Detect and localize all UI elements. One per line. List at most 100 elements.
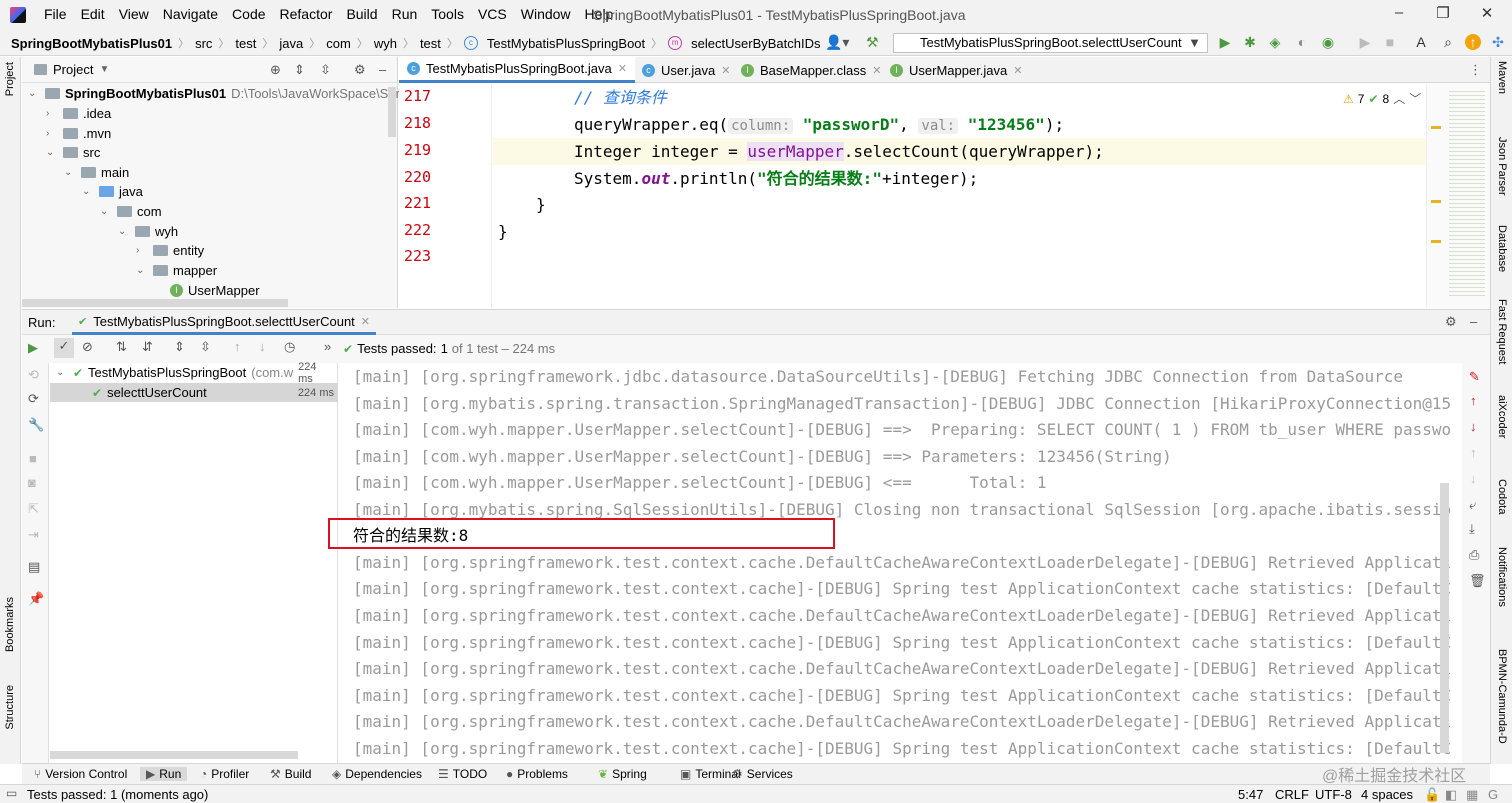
stop-icon[interactable]: ■ — [1382, 34, 1398, 50]
gear-icon[interactable]: ⚙ — [1445, 314, 1457, 330]
profile-icon[interactable]: ◐ — [1294, 34, 1310, 50]
tree-item-com[interactable]: ⌄ com — [100, 201, 162, 221]
coverage-icon[interactable]: ◈ — [1267, 34, 1283, 50]
clear-icon[interactable]: ✎ — [1469, 369, 1480, 385]
down-stack-icon[interactable]: ↓ — [1470, 419, 1477, 434]
test-suite-row[interactable]: ⌄ ✔ TestMybatisPlusSpringBoot (com.w 224 … — [50, 361, 338, 385]
problems-tool[interactable]: ● Problems — [506, 767, 568, 781]
tab-run-config[interactable]: ✔ TestMybatisPlusSpringBoot.selecttUserC… — [72, 310, 376, 335]
stop-icon[interactable]: ■ — [29, 451, 37, 466]
tree-item-src[interactable]: ⌄ src — [46, 142, 100, 162]
tree-item-entity[interactable]: › entity — [136, 240, 204, 260]
tree-item-usermapper[interactable]: I UserMapper — [170, 280, 260, 300]
json-parser-tool-tab[interactable]: Json Parser — [1496, 137, 1508, 196]
tree-item-mapper[interactable]: ⌄ mapper — [136, 260, 217, 280]
update-icon[interactable]: ↑ — [1465, 34, 1481, 50]
menu-view[interactable]: View — [119, 6, 149, 22]
attach-icon[interactable]: ◉ — [1320, 34, 1336, 50]
export-icon[interactable]: ⇱ — [28, 501, 39, 517]
rerun-icon[interactable]: ▶ — [1357, 34, 1373, 50]
menu-vcs[interactable]: VCS — [478, 6, 507, 22]
pin-icon[interactable]: 📌 — [28, 591, 44, 607]
chevron-down-icon[interactable]: ▼ — [99, 64, 109, 75]
close-icon[interactable]: ✕ — [1013, 64, 1022, 77]
breadcrumb-test[interactable]: test — [235, 36, 256, 51]
close-icon[interactable]: ✕ — [361, 315, 370, 328]
run-icon[interactable]: ▶ — [1217, 34, 1233, 50]
hammer-icon[interactable]: ⚒ — [866, 34, 879, 51]
collapse-all-icon[interactable]: ⇳ — [320, 62, 331, 78]
console-output[interactable]: [main] [org.springframework.jdbc.datasou… — [339, 363, 1451, 763]
layout-icon[interactable]: ▤ — [28, 559, 40, 575]
services-tool[interactable]: ⚙ Services — [732, 767, 793, 781]
indent-setting[interactable]: 4 spaces — [1361, 787, 1413, 802]
spring-tool[interactable]: ❦ Spring — [598, 767, 647, 781]
expand-all-icon[interactable]: ⇕ — [294, 62, 305, 78]
inspector-icon[interactable]: ◧ — [1445, 787, 1457, 803]
soft-wrap-icon[interactable]: ⤶ — [1469, 497, 1476, 513]
menu-run[interactable]: Run — [392, 6, 418, 22]
tab-testmybatisplusspringboot[interactable]: c TestMybatisPlusSpringBoot.java ✕ — [399, 57, 635, 83]
breadcrumb-class[interactable]: TestMybatisPlusSpringBoot — [487, 36, 645, 51]
plugin-icon[interactable]: ✣ — [1490, 34, 1506, 50]
user-icon[interactable]: 👤▾ — [825, 34, 849, 51]
bookmarks-tool-tab[interactable]: Bookmarks — [4, 597, 16, 652]
toggle-auto-test-icon[interactable]: ⟳ — [28, 391, 39, 407]
collapse-all-icon[interactable]: ⇳ — [200, 339, 211, 355]
exit-icon[interactable]: ⇥ — [28, 527, 39, 543]
memory-icon[interactable]: ▦ — [1466, 787, 1478, 803]
menu-navigate[interactable]: Navigate — [163, 6, 218, 22]
hide-icon[interactable]: – — [379, 62, 386, 77]
bpmn-tool-tab[interactable]: BPMN-Camunda-D — [1496, 649, 1508, 744]
tree-item-project-root[interactable]: ⌄ SpringBootMybatisPlus01 D:\Tools\JavaW… — [28, 83, 410, 103]
menu-build[interactable]: Build — [346, 6, 377, 22]
google-icon[interactable]: G — [1488, 787, 1498, 802]
caret-position[interactable]: 5:47 — [1238, 787, 1263, 802]
breadcrumb-project[interactable]: SpringBootMybatisPlus01 — [11, 36, 172, 51]
fast-request-tool-tab[interactable]: Fast Request — [1496, 299, 1508, 364]
code-editor[interactable]: // 查询条件 queryWrapper.eq(column: "passwor… — [493, 84, 1426, 308]
test-case-row[interactable]: ✔ selecttUserCount 224 ms — [50, 383, 338, 402]
debug-icon[interactable]: ✱ — [1242, 34, 1258, 50]
maven-tool-tab[interactable]: Maven — [1496, 61, 1508, 94]
aixcoder-tool-tab[interactable]: aiXcoder — [1496, 395, 1508, 438]
more-icon[interactable]: » — [324, 339, 331, 354]
line-separator[interactable]: CRLF — [1275, 787, 1309, 802]
horizontal-scrollbar[interactable] — [50, 751, 298, 759]
version-control-tool[interactable]: ⑂ Version Control — [34, 767, 127, 781]
breadcrumb-src[interactable]: src — [195, 36, 212, 51]
run-tool[interactable]: ▶ Run — [140, 767, 188, 781]
expand-all-icon[interactable]: ⇕ — [174, 339, 185, 355]
tab-usermapper[interactable]: I UserMapper.java ✕ — [882, 57, 1031, 83]
more-options-icon[interactable]: ⋮ — [1469, 62, 1482, 78]
project-tool-tab[interactable]: Project — [4, 62, 16, 96]
close-icon[interactable]: ✕ — [618, 62, 627, 75]
trash-icon[interactable]: 🗑 — [1469, 573, 1486, 589]
breadcrumb-test-pkg[interactable]: test — [420, 36, 441, 51]
todo-tool[interactable]: ☰ TODO — [438, 767, 487, 781]
lock-icon[interactable]: 🔓 — [1424, 787, 1440, 803]
hide-icon[interactable]: – — [1470, 314, 1477, 329]
warning-marker[interactable] — [1431, 200, 1441, 203]
warning-marker[interactable] — [1431, 126, 1441, 129]
breadcrumb-com[interactable]: com — [326, 36, 351, 51]
tab-basemapper[interactable]: I BaseMapper.class ✕ — [733, 57, 889, 83]
menu-file[interactable]: File — [44, 6, 67, 22]
up-stack-icon[interactable]: ↑ — [1470, 393, 1477, 408]
maximize-icon[interactable]: ❐ — [1432, 4, 1454, 26]
run-configuration-select[interactable]: TestMybatisPlusSpringBoot.selecttUserCou… — [893, 33, 1208, 53]
show-ignored-icon[interactable]: ⊘ — [82, 339, 93, 355]
print-icon[interactable]: ⎙ — [1469, 547, 1479, 563]
search-icon[interactable]: ⌕ — [1440, 34, 1456, 50]
sort-duration-icon[interactable]: ⇵ — [142, 339, 153, 355]
next-failed-icon[interactable]: ↓ — [259, 339, 266, 354]
camera-icon[interactable]: ◙ — [28, 475, 36, 490]
file-encoding[interactable]: UTF-8 — [1315, 787, 1352, 802]
arrow-down-icon[interactable]: ↓ — [1470, 471, 1477, 486]
tree-item-mvn[interactable]: › .mvn — [46, 123, 111, 143]
breadcrumb-wyh[interactable]: wyh — [374, 36, 397, 51]
codota-tool-tab[interactable]: Codota — [1496, 479, 1508, 514]
menu-tools[interactable]: Tools — [431, 6, 464, 22]
warning-marker[interactable] — [1431, 240, 1441, 243]
notifications-tool-tab[interactable]: Notifications — [1496, 547, 1508, 607]
